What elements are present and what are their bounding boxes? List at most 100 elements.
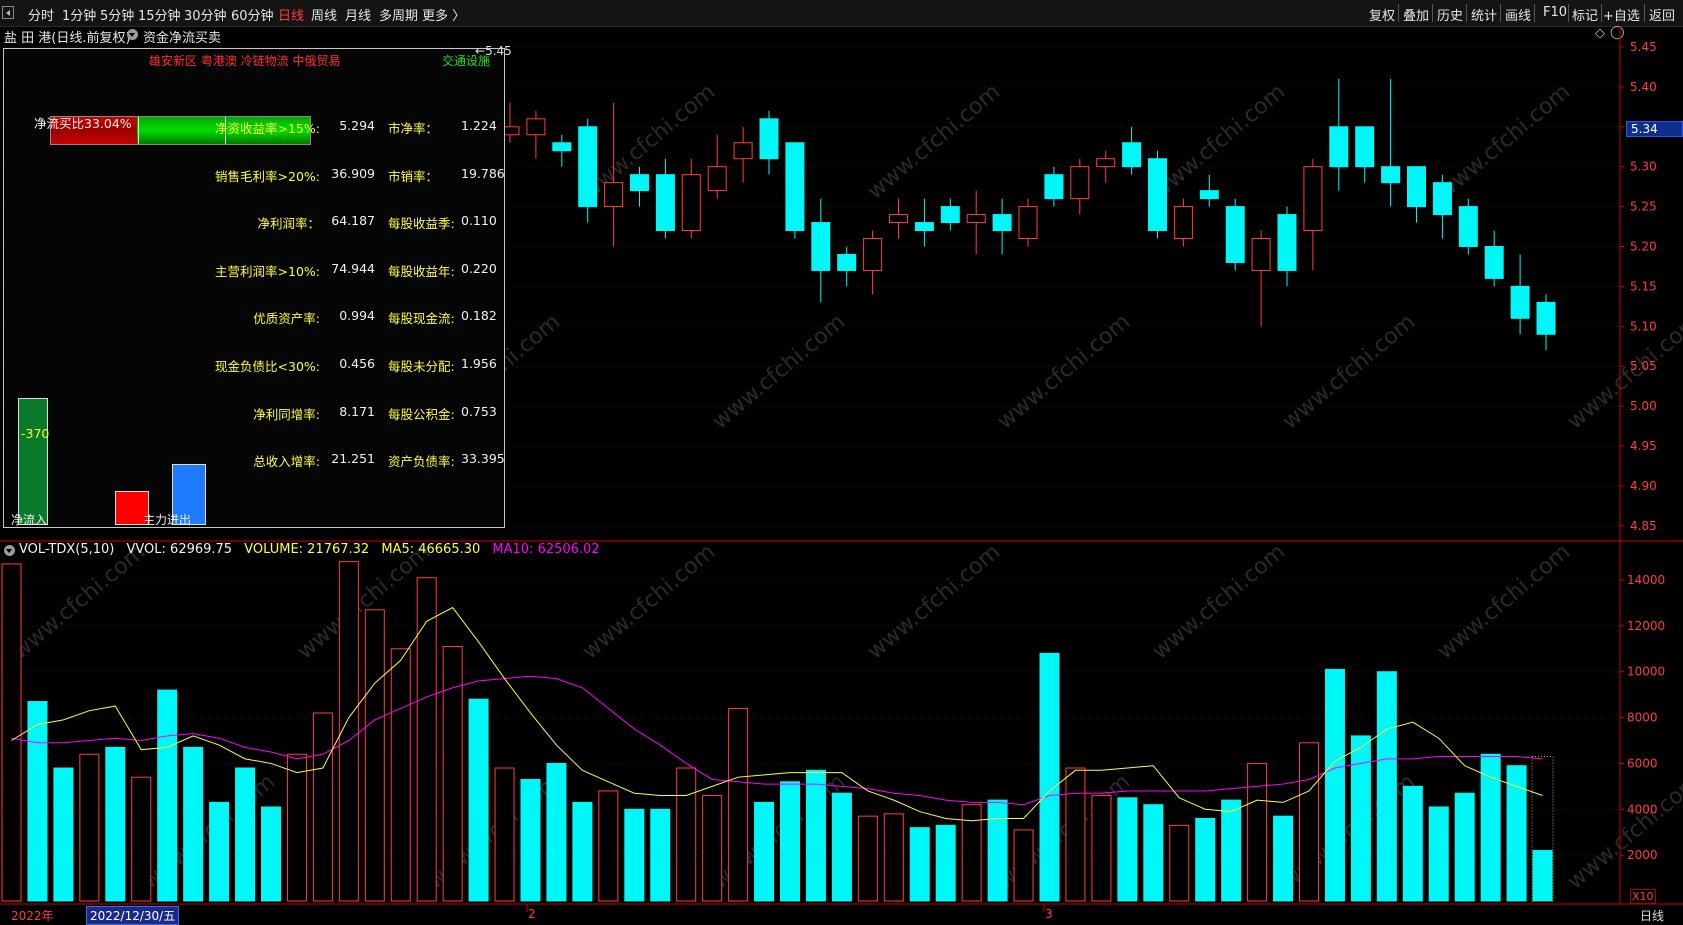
- watermark-text: www.cfchi.com: [863, 79, 1005, 204]
- netflow-value: -370: [21, 426, 50, 441]
- metric-value: 74.944: [331, 260, 375, 276]
- volume-bar: [1324, 668, 1345, 902]
- volume-bar: [520, 778, 541, 902]
- volume-bar: [676, 767, 697, 902]
- volume-tick-label: 4000: [1627, 802, 1658, 816]
- volume-bar: [1480, 753, 1501, 902]
- volume-bar: [79, 753, 100, 902]
- candle-body: [992, 214, 1012, 232]
- candle-body: [914, 222, 934, 232]
- metric-label: 净资收益率>15%:: [215, 121, 320, 136]
- volume-tick-label: 12000: [1627, 619, 1665, 633]
- metric-value: 5.294: [339, 118, 375, 133]
- volume-bar: [390, 648, 411, 902]
- volume-bar: [494, 767, 515, 902]
- price-tick-label: 5.25: [1630, 200, 1657, 214]
- candle-body: [1070, 166, 1090, 200]
- volume-bar: [286, 753, 307, 902]
- watermark-text: www.cfchi.com: [1278, 309, 1420, 434]
- vvol-value: VVOL: 62969.75: [126, 542, 233, 557]
- watermark-text: www.cfchi.com: [1433, 539, 1575, 664]
- candle-body: [1148, 158, 1167, 232]
- main-flow-label: 主力进出: [143, 513, 192, 527]
- candle-body: [604, 182, 624, 208]
- metric-value: 0.456: [339, 356, 375, 371]
- month-2-label: 2: [528, 907, 536, 921]
- price-tick-label: 4.85: [1630, 519, 1657, 533]
- candle-body: [1303, 166, 1323, 232]
- volume-dropdown-icon[interactable]: [4, 545, 15, 556]
- year-label: 2022年: [11, 909, 54, 923]
- candle-body: [811, 222, 831, 271]
- volume-bar: [909, 827, 930, 902]
- candle-body: [1096, 158, 1116, 168]
- metric-value-2: 0.220: [461, 260, 497, 276]
- volume-indicator-name[interactable]: VOL-TDX(5,10): [19, 542, 114, 557]
- price-tick-label: 5.05: [1630, 359, 1657, 373]
- metric-label-2: 每股收益季:: [388, 216, 455, 232]
- volume-bar: [53, 767, 74, 902]
- candle-body: [1510, 285, 1530, 319]
- price-tick-label: 5.00: [1630, 399, 1657, 413]
- metric-value-2: 19.786: [461, 165, 505, 181]
- volume-bar: [1117, 797, 1138, 902]
- volume-bar: [105, 746, 126, 902]
- current-price: 5.34: [1631, 122, 1658, 136]
- concept-tags: 雄安新区 粤港澳 冷链物流 中俄贸易: [149, 54, 341, 68]
- metric-value: 0.994: [339, 308, 375, 324]
- metric-value: 8.171: [339, 403, 375, 419]
- volume-bar: [235, 767, 256, 902]
- month-3-label: 3: [1045, 907, 1053, 921]
- volume-bar: [1143, 804, 1164, 902]
- price-tick-label: 5.15: [1630, 279, 1657, 293]
- candle-body: [1122, 142, 1142, 168]
- volume-bar: [1169, 824, 1190, 902]
- volume-tick-label: 6000: [1627, 756, 1658, 770]
- volume-bar: [1454, 792, 1475, 902]
- cursor-date: 2022/12/30/五: [86, 906, 180, 925]
- metric-value: 64.187: [331, 213, 375, 229]
- candle-body: [863, 238, 883, 271]
- metric-label-2: 每股未分配:: [388, 359, 455, 374]
- volume-bar: [624, 808, 645, 902]
- candle-body: [1381, 166, 1401, 184]
- volume-bar: [987, 799, 1008, 902]
- watermark-text: www.cfchi.com: [293, 539, 435, 664]
- metric-label-2: 市销率：: [388, 168, 439, 184]
- volume-bar: [416, 577, 437, 902]
- volume-bar: [1221, 799, 1242, 902]
- candle-body: [889, 214, 908, 224]
- metric-value-2: 0.753: [461, 403, 497, 419]
- netflow-in-bar: [18, 398, 48, 525]
- volume-tick-label: 2000: [1627, 848, 1658, 862]
- metric-value-2: 33.395: [461, 451, 505, 467]
- candle-body: [1407, 166, 1426, 208]
- volume-tick-label: 8000: [1627, 711, 1658, 725]
- volume-tick-label: 14000: [1627, 573, 1665, 587]
- watermark-text: www.cfchi.com: [863, 539, 1005, 664]
- volume-bar: [468, 698, 489, 902]
- volume-bar: [1350, 735, 1371, 902]
- metric-label-2: 每股收益年:: [388, 263, 455, 279]
- metric-label-2: 每股公积金:: [388, 406, 455, 422]
- candle-body: [785, 142, 805, 232]
- metric-value-2: 0.182: [461, 308, 497, 324]
- candle-body: [1044, 174, 1064, 200]
- metric-label-2: 每股现金流:: [388, 311, 455, 327]
- metric-value-2: 1.224: [461, 118, 497, 133]
- candle-body: [1432, 182, 1452, 216]
- candle-body: [759, 118, 779, 160]
- volume-bar: [650, 808, 671, 902]
- metric-label: 优质资产率:: [253, 311, 320, 327]
- candle-body: [733, 142, 753, 160]
- volume-bar: [1039, 652, 1060, 902]
- metric-label-2: 市净率：: [388, 121, 439, 136]
- candle-body: [1018, 206, 1038, 240]
- watermark-text: www.cfchi.com: [578, 539, 720, 664]
- volume-bar: [1299, 742, 1319, 902]
- volume-bar: [857, 815, 878, 902]
- candle-body: [1173, 206, 1193, 240]
- metric-value: 21.251: [331, 451, 375, 467]
- candle-body: [1277, 214, 1297, 271]
- period-label[interactable]: 日线: [1640, 907, 1664, 924]
